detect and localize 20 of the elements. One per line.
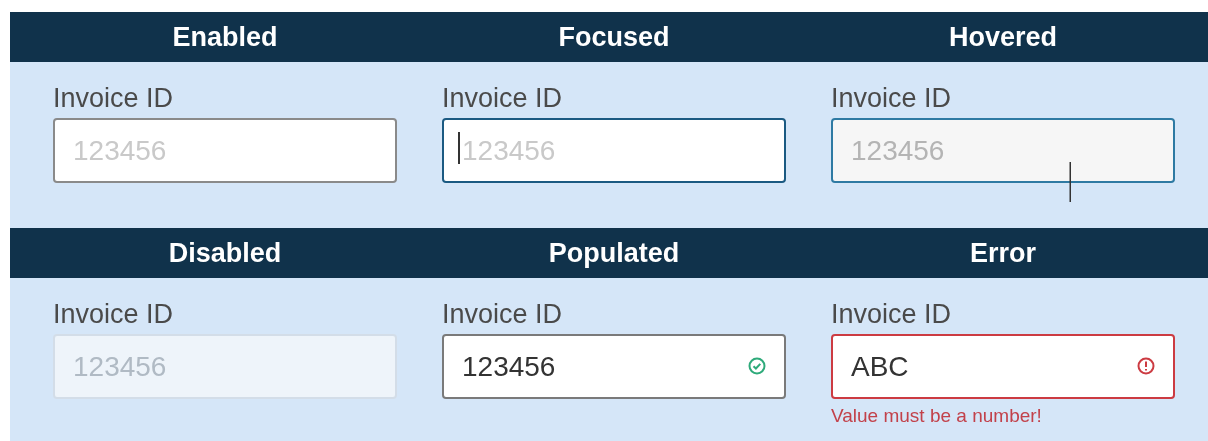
field-label: Invoice ID <box>442 298 564 331</box>
field-label: Invoice ID <box>53 82 175 115</box>
text-caret <box>458 132 460 164</box>
state-heading: Disabled <box>167 237 283 269</box>
field-label: Invoice ID <box>53 298 175 331</box>
state-heading: Error <box>969 237 1037 269</box>
invoice-id-field[interactable]: 123456 <box>442 334 786 399</box>
error-message: Value must be a number! <box>831 405 1043 427</box>
field-label: Invoice ID <box>831 82 953 115</box>
field-label: Invoice ID <box>442 82 564 115</box>
invoice-id-field[interactable]: ABC <box>831 334 1175 399</box>
check-circle-icon <box>748 357 766 375</box>
alert-circle-icon <box>1137 357 1155 375</box>
text-cursor-icon <box>1069 162 1072 202</box>
field-label: Invoice ID <box>831 298 953 331</box>
state-heading: Hovered <box>947 21 1058 53</box>
invoice-id-field[interactable]: 123456 <box>831 118 1175 183</box>
state-heading: Enabled <box>171 21 279 53</box>
state-heading: Populated <box>547 237 681 269</box>
state-heading: Focused <box>557 21 671 53</box>
